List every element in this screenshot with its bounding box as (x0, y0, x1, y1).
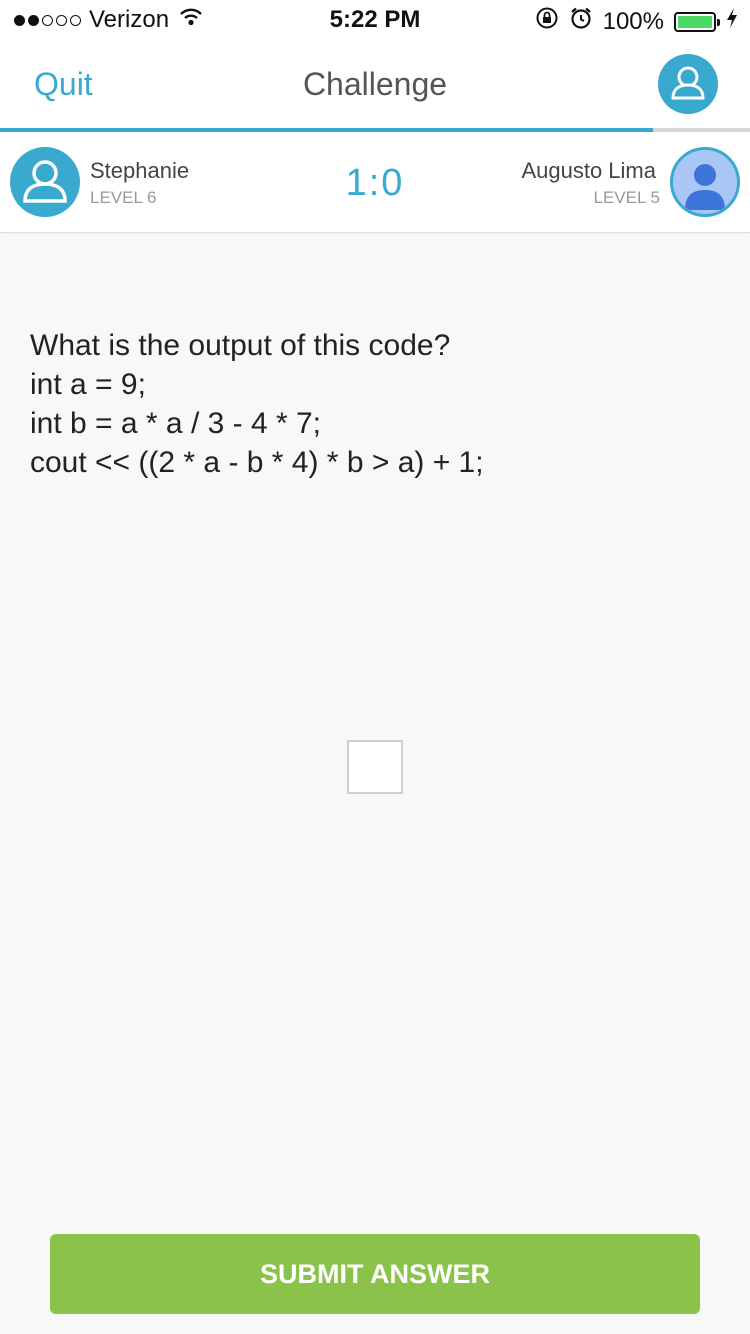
status-right: 100% (535, 6, 738, 37)
opponent-level: LEVEL 5 (593, 188, 660, 207)
profile-avatar-icon[interactable] (658, 54, 718, 114)
question-line: int b = a * a / 3 - 4 * 7; (30, 407, 322, 440)
question-line: cout << ((2 * a - b * 4) * b > a) + 1; (30, 446, 484, 479)
question-text: What is the output of this code? int a =… (30, 326, 730, 482)
players-header: Stephanie LEVEL 6 1:0 Augusto Lima LEVEL… (0, 132, 750, 233)
submit-answer-button[interactable]: SUBMIT ANSWER (50, 1234, 700, 1314)
battery-icon (674, 11, 720, 32)
answer-input[interactable] (347, 740, 403, 794)
opponent-avatar-icon (670, 147, 740, 217)
question-line: int a = 9; (30, 368, 146, 401)
question-line: What is the output of this code? (30, 329, 451, 362)
alarm-icon (569, 6, 593, 37)
battery-percentage: 100% (602, 7, 664, 35)
charging-icon (726, 7, 738, 36)
page-title: Challenge (302, 66, 448, 102)
status-bar: Verizon 5:22 PM 100% (0, 0, 750, 40)
opponent-name: Augusto Lima (521, 158, 656, 183)
rotation-lock-icon (535, 6, 559, 37)
nav-bar: Quit Challenge (0, 40, 750, 128)
